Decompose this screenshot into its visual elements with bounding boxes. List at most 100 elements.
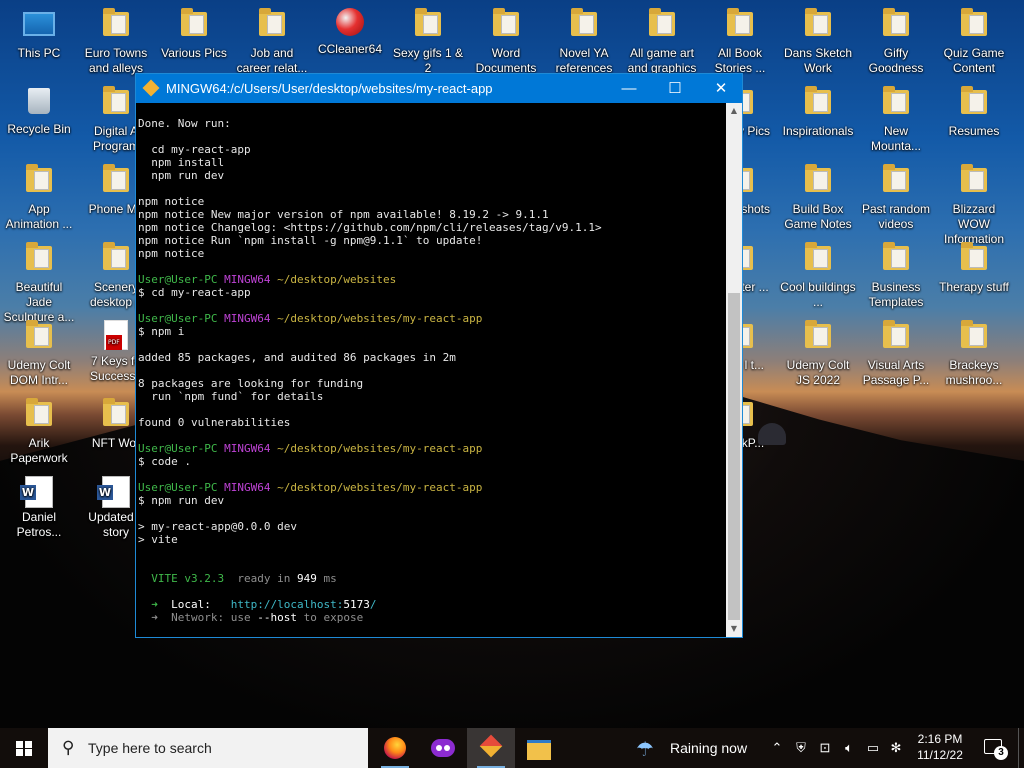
- terminal-window[interactable]: MINGW64:/c/Users/User/desktop/websites/m…: [135, 73, 743, 638]
- desktop-icon-resumes[interactable]: Resumes: [936, 86, 1012, 139]
- desktop-icon-blizzard[interactable]: Blizzard WOW Information: [936, 164, 1012, 247]
- chevron-up-icon[interactable]: ⌃: [766, 728, 788, 768]
- desktop-icon-ccleaner[interactable]: CCleaner64: [312, 8, 388, 57]
- desktop-icon-giffy[interactable]: Giffy Goodness: [858, 8, 934, 76]
- folder-icon: [23, 398, 55, 434]
- clock[interactable]: 2:16 PM 11/12/22: [904, 731, 976, 763]
- desktop-icon-this-pc[interactable]: This PC: [1, 8, 77, 61]
- taskbar-file-explorer[interactable]: [515, 728, 563, 768]
- terminal-text: npm notice New major version of npm avai…: [138, 208, 549, 221]
- display-icon[interactable]: ▭: [862, 728, 884, 768]
- desktop-icon-new-mounta[interactable]: New Mounta...: [858, 86, 934, 154]
- network-icon[interactable]: ⊡: [814, 728, 836, 768]
- folder-icon: [958, 8, 990, 44]
- terminal-text: $ code .: [138, 455, 191, 468]
- taskbar: ⚲ Type here to search ☂ Raining now ⌃ ⛨ …: [0, 728, 1024, 768]
- folder-icon: [100, 398, 132, 434]
- terminal-text: ➜: [151, 598, 158, 611]
- terminal-scrollbar[interactable]: ▲ ▼: [726, 103, 742, 637]
- terminal-line: npm notice New major version of npm avai…: [138, 208, 726, 221]
- desktop-icon-label: Arik Paperwork: [10, 436, 68, 465]
- desktop-icon-past-random[interactable]: Past random videos: [858, 164, 934, 232]
- terminal-text: 8 packages are looking for funding: [138, 377, 364, 390]
- taskbar-firefox[interactable]: [371, 728, 419, 768]
- desktop-icon-beautiful-jade[interactable]: Beautiful Jade Sculpture a...: [1, 242, 77, 325]
- terminal-text: User@User-PC: [138, 481, 218, 494]
- desktop-icon-cool-buildings[interactable]: Cool buildings ...: [780, 242, 856, 310]
- desktop-icon-recycle-bin[interactable]: Recycle Bin: [1, 86, 77, 137]
- terminal-line: found 0 vulnerabilities: [138, 416, 726, 429]
- desktop-icon-daniel[interactable]: Daniel Petros...: [1, 476, 77, 540]
- terminal-text: > vite: [138, 533, 178, 546]
- folder-icon: [802, 8, 834, 44]
- desktop-icon-label: Beautiful Jade Sculpture a...: [3, 280, 75, 324]
- desktop-icon-brackeys[interactable]: Brackeys mushroo...: [936, 320, 1012, 388]
- folder-icon: [958, 86, 990, 122]
- desktop-icon-game-art[interactable]: All game art and graphics: [624, 8, 700, 76]
- terminal-line: User@User-PC MINGW64 ~/desktop/websites/…: [138, 442, 726, 455]
- scroll-up-icon[interactable]: ▲: [726, 103, 742, 119]
- desktop-icon-build-box[interactable]: Build Box Game Notes: [780, 164, 856, 232]
- desktop-icon-novel-ya[interactable]: Novel YA references: [546, 8, 622, 76]
- terminal-line: Done. Now run:: [138, 117, 726, 130]
- umbrella-icon: ☂: [636, 739, 654, 761]
- desktop-icon-therapy[interactable]: Therapy stuff: [936, 242, 1012, 295]
- minimize-button[interactable]: —: [606, 74, 652, 103]
- terminal-output[interactable]: Done. Now run: cd my-react-app npm insta…: [136, 103, 726, 637]
- desktop-icon-job-career[interactable]: Job and career relat...: [234, 8, 310, 76]
- desktop-icon-euro-towns[interactable]: Euro Towns and alleys: [78, 8, 154, 76]
- desktop-icon-various-pics[interactable]: Various Pics: [156, 8, 232, 61]
- desktop-icon-dans-sketch[interactable]: Dans Sketch Work: [780, 8, 856, 76]
- taskbar-mask-app[interactable]: [419, 728, 467, 768]
- terminal-text: found 0 vulnerabilities: [138, 416, 291, 429]
- terminal-text: MINGW64: [224, 312, 271, 325]
- desktop-icon-inspirationals[interactable]: Inspirationals: [780, 86, 856, 139]
- desktop-icon-label: Job and career relat...: [236, 46, 308, 75]
- weather-text: Raining now: [670, 740, 748, 756]
- search-box[interactable]: ⚲ Type here to search: [48, 728, 368, 768]
- terminal-line: ➜ Network: use --host to expose: [138, 611, 726, 624]
- desktop-icon-business-templates[interactable]: Business Templates: [858, 242, 934, 310]
- terminal-text: ~/desktop/websites/my-react-app: [277, 312, 483, 325]
- desktop-icon-word-docs[interactable]: Word Documents: [468, 8, 544, 76]
- terminal-text: npm install: [138, 156, 225, 169]
- terminal-line: $ code .: [138, 455, 726, 468]
- terminal-line: VITE v3.2.3 ready in 949 ms: [138, 572, 726, 585]
- folder-icon: [880, 164, 912, 200]
- desktop-icon-udemy-dom[interactable]: Udemy Colt DOM Intr...: [1, 320, 77, 388]
- show-desktop-button[interactable]: [1018, 728, 1024, 768]
- desktop-icon-arik[interactable]: Arik Paperwork: [1, 398, 77, 466]
- terminal-text: User@User-PC: [138, 442, 218, 455]
- desktop-icon-quiz-game[interactable]: Quiz Game Content: [936, 8, 1012, 76]
- desktop-icon-visual-arts[interactable]: Visual Arts Passage P...: [858, 320, 934, 388]
- close-button[interactable]: ✕: [698, 74, 744, 103]
- desktop-icon-sexy-gifs[interactable]: Sexy gifs 1 & 2: [390, 8, 466, 76]
- desktop-icon-udemy-js[interactable]: Udemy Colt JS 2022: [780, 320, 856, 388]
- terminal-titlebar[interactable]: MINGW64:/c/Users/User/desktop/websites/m…: [136, 74, 742, 103]
- maximize-button[interactable]: ☐: [652, 74, 698, 103]
- scrollbar-thumb[interactable]: [728, 293, 740, 620]
- folder-icon: [568, 8, 600, 44]
- desktop-icon-book-stories[interactable]: All Book Stories ...: [702, 8, 778, 76]
- desktop-icon-label: Dans Sketch Work: [783, 46, 853, 75]
- desktop-icon-label: Word Documents: [475, 46, 537, 75]
- folder-icon: [880, 8, 912, 44]
- terminal-line: User@User-PC MINGW64 ~/desktop/websites: [138, 273, 726, 286]
- notification-center[interactable]: 3: [982, 736, 1008, 760]
- start-button[interactable]: [0, 728, 48, 768]
- volume-icon[interactable]: 🔈︎: [838, 728, 860, 768]
- desktop-icon-label: Therapy stuff: [939, 280, 1009, 294]
- scroll-down-icon[interactable]: ▼: [726, 621, 742, 637]
- taskbar-git-bash[interactable]: [467, 728, 515, 768]
- terminal-line: added 85 packages, and audited 86 packag…: [138, 351, 726, 364]
- security-icon[interactable]: ⛨: [790, 728, 812, 768]
- folder-icon: [100, 8, 132, 44]
- desktop-icon-app-animation[interactable]: App Animation ...: [1, 164, 77, 232]
